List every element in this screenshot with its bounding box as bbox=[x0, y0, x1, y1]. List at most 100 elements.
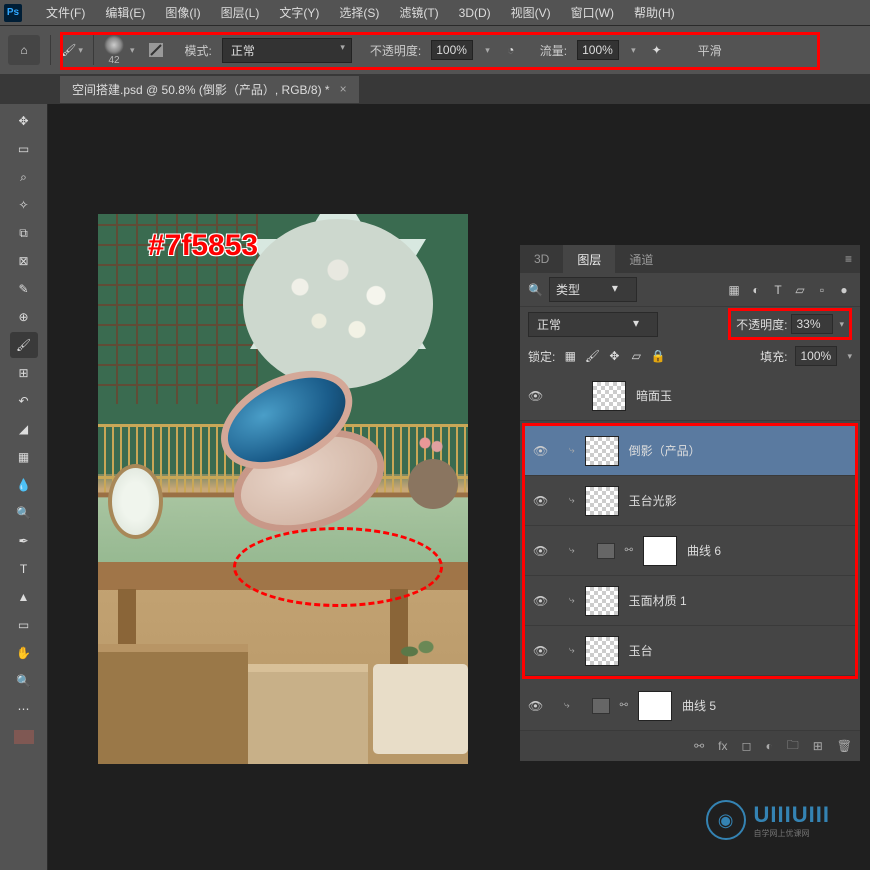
fill-input[interactable]: 100% bbox=[795, 346, 837, 366]
menu-help[interactable]: 帮助(H) bbox=[624, 4, 685, 21]
filter-type-icon[interactable]: T bbox=[770, 282, 786, 298]
layer-row[interactable]: 👁⤷⚯曲线 6 bbox=[525, 526, 855, 576]
chevron-down-icon[interactable]: ▾ bbox=[485, 45, 490, 56]
layer-name[interactable]: 曲线 5 bbox=[682, 697, 716, 714]
layer-mask-thumbnail[interactable] bbox=[638, 691, 672, 721]
layer-row[interactable]: 👁⤷玉台光影 bbox=[525, 476, 855, 526]
delete-icon[interactable]: 🗑 bbox=[837, 739, 852, 753]
layer-row[interactable]: 👁⤷倒影（产品） bbox=[525, 426, 855, 476]
lock-position-icon[interactable]: ✥ bbox=[607, 349, 621, 363]
new-layer-icon[interactable]: ⊞ bbox=[813, 739, 823, 753]
layer-name[interactable]: 曲线 6 bbox=[687, 542, 721, 559]
menu-window[interactable]: 窗口(W) bbox=[561, 4, 624, 21]
visibility-icon[interactable]: 👁 bbox=[528, 699, 542, 713]
layer-thumbnail[interactable] bbox=[585, 586, 619, 616]
tab-layers[interactable]: 图层 bbox=[563, 245, 615, 274]
menu-filter[interactable]: 滤镜(T) bbox=[389, 4, 448, 21]
lock-brush-icon[interactable]: 🖌 bbox=[585, 349, 599, 363]
lasso-tool[interactable]: ⌕ bbox=[10, 164, 38, 190]
menu-edit[interactable]: 编辑(E) bbox=[95, 4, 155, 21]
layer-thumbnail[interactable] bbox=[592, 381, 626, 411]
brush-preset-picker[interactable]: 42 ▾ bbox=[104, 35, 135, 66]
hand-tool[interactable]: ✋ bbox=[10, 640, 38, 666]
layer-row[interactable]: 👁 暗面玉 bbox=[520, 371, 860, 421]
link-layers-icon[interactable]: ⚯ bbox=[694, 739, 704, 753]
history-brush-tool[interactable]: ↶ bbox=[10, 388, 38, 414]
visibility-icon[interactable]: 👁 bbox=[533, 644, 547, 658]
layer-blend-mode-select[interactable]: 正常▾ bbox=[528, 312, 658, 337]
layer-thumbnail[interactable] bbox=[585, 636, 619, 666]
visibility-icon[interactable]: 👁 bbox=[533, 544, 547, 558]
layer-name[interactable]: 暗面玉 bbox=[636, 387, 672, 404]
eyedropper-tool[interactable]: ✎ bbox=[10, 276, 38, 302]
canvas-document[interactable] bbox=[98, 214, 468, 764]
mask-icon[interactable]: ◻ bbox=[741, 739, 751, 753]
filter-toggle-icon[interactable]: ● bbox=[836, 282, 852, 298]
blend-mode-select[interactable]: 正常▾ bbox=[222, 38, 352, 63]
layer-name[interactable]: 玉台光影 bbox=[629, 492, 677, 509]
menu-type[interactable]: 文字(Y) bbox=[269, 4, 329, 21]
stamp-tool[interactable]: ⊞ bbox=[10, 360, 38, 386]
filter-type-select[interactable]: 类型 ▾ bbox=[549, 277, 637, 302]
layer-thumbnail[interactable] bbox=[643, 536, 677, 566]
gradient-tool[interactable]: ▦ bbox=[10, 444, 38, 470]
filter-smart-icon[interactable]: ▫ bbox=[814, 282, 830, 298]
brush-settings-icon[interactable] bbox=[145, 39, 167, 61]
magic-wand-tool[interactable]: ✧ bbox=[10, 192, 38, 218]
filter-adjust-icon[interactable]: ◐ bbox=[748, 282, 764, 298]
lock-all-icon[interactable]: 🔒 bbox=[651, 349, 665, 363]
eraser-tool[interactable]: ◢ bbox=[10, 416, 38, 442]
home-button[interactable]: ⌂ bbox=[8, 35, 40, 65]
type-tool[interactable]: T bbox=[10, 556, 38, 582]
filter-image-icon[interactable]: ▦ bbox=[726, 282, 742, 298]
menu-view[interactable]: 视图(V) bbox=[501, 4, 561, 21]
more-tools[interactable]: ⋯ bbox=[10, 696, 38, 722]
menu-image[interactable]: 图像(I) bbox=[155, 4, 210, 21]
fx-icon[interactable]: fx bbox=[718, 739, 727, 753]
layer-thumbnail[interactable] bbox=[585, 486, 619, 516]
layer-name[interactable]: 倒影（产品） bbox=[629, 442, 701, 459]
lock-artboard-icon[interactable]: ▱ bbox=[629, 349, 643, 363]
move-tool[interactable]: ✥ bbox=[10, 108, 38, 134]
blur-tool[interactable]: 💧 bbox=[10, 472, 38, 498]
foreground-color[interactable] bbox=[14, 730, 34, 744]
layer-row[interactable]: 👁⤷玉台 bbox=[525, 626, 855, 676]
airbrush-icon[interactable]: ✦ bbox=[646, 39, 668, 61]
marquee-tool[interactable]: ▭ bbox=[10, 136, 38, 162]
pen-tool[interactable]: ✒ bbox=[10, 528, 38, 554]
chevron-down-icon[interactable]: ▾ bbox=[839, 319, 844, 330]
group-icon[interactable]: 🗀 bbox=[787, 736, 799, 757]
tab-channels[interactable]: 通道 bbox=[615, 245, 667, 274]
crop-tool[interactable]: ⧉ bbox=[10, 220, 38, 246]
pressure-opacity-icon[interactable]: ◔ bbox=[500, 39, 522, 61]
layer-thumbnail[interactable] bbox=[585, 436, 619, 466]
path-select-tool[interactable]: ▲ bbox=[10, 584, 38, 610]
adjustment-layer-icon[interactable]: ◐ bbox=[765, 739, 772, 753]
close-icon[interactable]: × bbox=[340, 82, 347, 96]
lock-pixels-icon[interactable]: ▦ bbox=[563, 349, 577, 363]
brush-tool-icon[interactable]: 🖌▾ bbox=[61, 39, 83, 61]
visibility-icon[interactable]: 👁 bbox=[533, 494, 547, 508]
filter-shape-icon[interactable]: ▱ bbox=[792, 282, 808, 298]
menu-select[interactable]: 选择(S) bbox=[329, 4, 389, 21]
tab-3d[interactable]: 3D bbox=[520, 246, 563, 272]
zoom-tool[interactable]: 🔍 bbox=[10, 668, 38, 694]
layer-name[interactable]: 玉台 bbox=[629, 642, 653, 659]
layer-row[interactable]: 👁 ⤷ ⚯ 曲线 5 bbox=[520, 681, 860, 731]
healing-tool[interactable]: ⊕ bbox=[10, 304, 38, 330]
visibility-icon[interactable]: 👁 bbox=[533, 594, 547, 608]
visibility-icon[interactable]: 👁 bbox=[533, 444, 547, 458]
menu-layer[interactable]: 图层(L) bbox=[211, 4, 270, 21]
layer-name[interactable]: 玉面材质 1 bbox=[629, 592, 687, 609]
layer-row[interactable]: 👁⤷玉面材质 1 bbox=[525, 576, 855, 626]
rectangle-tool[interactable]: ▭ bbox=[10, 612, 38, 638]
document-tab[interactable]: 空间搭建.psd @ 50.8% (倒影（产品）, RGB/8) * × bbox=[60, 76, 359, 103]
visibility-icon[interactable]: 👁 bbox=[528, 389, 542, 403]
menu-3d[interactable]: 3D(D) bbox=[449, 6, 501, 20]
panel-menu-icon[interactable]: ≡ bbox=[845, 252, 852, 266]
layer-opacity-input[interactable]: 33% bbox=[791, 314, 833, 334]
flow-input[interactable]: 100% bbox=[577, 40, 619, 60]
chevron-down-icon[interactable]: ▾ bbox=[847, 351, 852, 362]
menu-file[interactable]: 文件(F) bbox=[36, 4, 95, 21]
chevron-down-icon[interactable]: ▾ bbox=[631, 45, 636, 56]
